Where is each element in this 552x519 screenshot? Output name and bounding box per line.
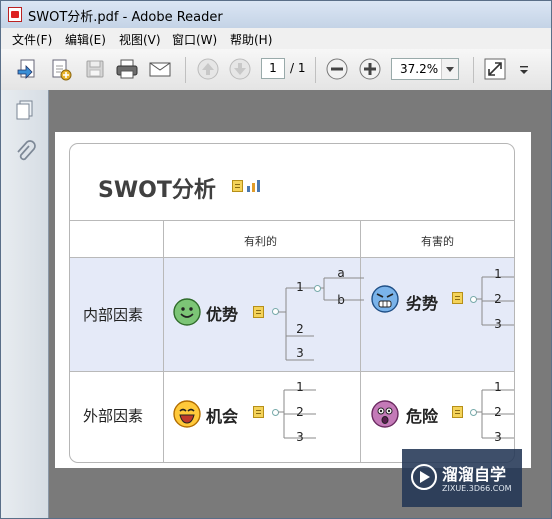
menu-bar: 文件(F) 编辑(E) 视图(V) 窗口(W) 帮助(H)	[1, 28, 551, 50]
zoom-in-icon[interactable]	[358, 57, 382, 81]
header-harmful: 有害的	[421, 235, 454, 248]
zoom-out-icon[interactable]	[325, 57, 349, 81]
branch-1: 1	[494, 267, 502, 281]
watermark: 溜溜自学 ZIXUE.3D66.COM	[402, 449, 522, 507]
next-page-icon[interactable]	[228, 57, 252, 81]
note-icon	[452, 406, 463, 418]
menu-window[interactable]: 窗口(W)	[172, 31, 217, 48]
branch-2: 2	[296, 322, 304, 336]
branch-2: 2	[494, 292, 502, 306]
menu-file[interactable]: 文件(F)	[12, 31, 52, 48]
note-icon	[232, 180, 243, 192]
menu-view[interactable]: 视图(V)	[119, 31, 161, 48]
chevron-down-icon[interactable]	[441, 59, 458, 79]
watermark-url: ZIXUE.3D66.COM	[442, 484, 512, 493]
page-number-input[interactable]: 1	[261, 58, 285, 79]
grid-line	[70, 257, 514, 258]
sub-branch-b: b	[337, 293, 345, 307]
node-opportunities: 机会	[206, 407, 239, 426]
grid-line	[163, 220, 164, 462]
scared-face-icon	[371, 400, 399, 428]
title-bar: SWOT分析.pdf - Adobe Reader	[1, 1, 551, 28]
node-threats: 危险	[406, 407, 439, 426]
branch-3: 3	[296, 430, 304, 444]
laugh-face-icon	[173, 400, 201, 428]
document-title-text: SWOT分析	[98, 178, 216, 203]
branch-1: 1	[494, 380, 502, 394]
grid-line	[70, 371, 514, 372]
smile-face-icon	[173, 298, 201, 326]
task-chart-icon	[247, 180, 260, 192]
create-pdf-icon[interactable]	[49, 57, 73, 81]
print-icon[interactable]	[115, 57, 139, 81]
pages-icon[interactable]	[14, 99, 36, 121]
attachment-icon[interactable]	[14, 139, 36, 163]
row-label-internal: 内部因素	[83, 306, 144, 324]
document-title: SWOT分析	[98, 172, 216, 204]
open-file-icon[interactable]	[16, 57, 40, 81]
row-label-external: 外部因素	[83, 407, 144, 425]
node-weaknesses: 劣势	[406, 294, 439, 313]
fit-page-icon[interactable]	[483, 57, 507, 81]
window-title: SWOT分析.pdf - Adobe Reader	[28, 10, 223, 25]
toolbar-separator	[315, 57, 316, 83]
toolbar: 1 / 1 37.2%	[1, 49, 551, 91]
branch-2: 2	[296, 405, 304, 419]
email-icon[interactable]	[148, 57, 172, 81]
sub-branch-a: a	[337, 266, 345, 280]
note-icon	[253, 306, 264, 318]
toolbar-separator	[185, 57, 186, 83]
previous-page-icon[interactable]	[196, 57, 220, 81]
branch-3: 3	[494, 317, 502, 331]
branch-1: 1	[296, 380, 304, 394]
toolbar-options-icon[interactable]	[517, 57, 531, 81]
branch-2: 2	[494, 405, 502, 419]
branch-3: 3	[494, 430, 502, 444]
app-window: SWOT分析.pdf - Adobe Reader 文件(F) 编辑(E) 视图…	[0, 0, 552, 519]
zoom-select[interactable]: 37.2%	[391, 58, 459, 80]
page-total: / 1	[290, 61, 306, 75]
branch-1: 1	[296, 280, 304, 294]
grid-line	[70, 220, 514, 221]
menu-help[interactable]: 帮助(H)	[230, 31, 272, 48]
swot-table: SWOT分析 有利的 有害的 内部因素 外部因素 优势 1 2 3 a b 劣势…	[69, 143, 515, 463]
menu-edit[interactable]: 编辑(E)	[65, 31, 106, 48]
collapse-toggle[interactable]	[314, 285, 321, 292]
toolbar-separator	[473, 57, 474, 83]
note-icon	[452, 292, 463, 304]
save-icon[interactable]	[83, 57, 107, 81]
header-favorable: 有利的	[244, 235, 277, 248]
note-icon	[253, 406, 264, 418]
watermark-text: 溜溜自学	[442, 465, 507, 484]
watermark-logo-icon	[411, 464, 437, 490]
navigation-panel	[1, 90, 49, 518]
zoom-value: 37.2%	[400, 62, 439, 76]
pdf-file-icon	[8, 7, 22, 22]
branch-3: 3	[296, 346, 304, 360]
node-strengths: 优势	[206, 305, 239, 324]
pdf-page: SWOT分析 有利的 有害的 内部因素 外部因素 优势 1 2 3 a b 劣势…	[55, 132, 531, 468]
angry-face-icon	[371, 285, 399, 313]
